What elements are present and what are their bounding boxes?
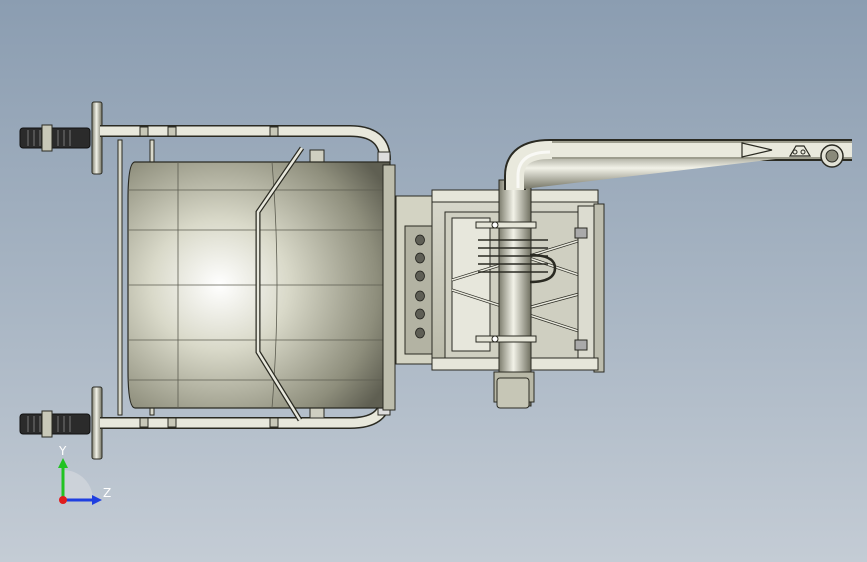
cad-viewport[interactable]: Y Z: [0, 0, 867, 562]
y-axis-label: Y: [58, 444, 67, 458]
x-axis-origin: [59, 496, 67, 504]
y-axis-arrowhead: [58, 458, 68, 468]
z-axis-label: Z: [103, 486, 111, 500]
cad-model-view[interactable]: Y Z: [0, 0, 867, 562]
drum-body: [127, 146, 396, 422]
coordinate-triad: Y Z: [58, 444, 111, 505]
z-axis-arrowhead: [92, 495, 102, 505]
handle-tube: [504, 139, 852, 190]
caster-wheel-top: [19, 101, 103, 175]
